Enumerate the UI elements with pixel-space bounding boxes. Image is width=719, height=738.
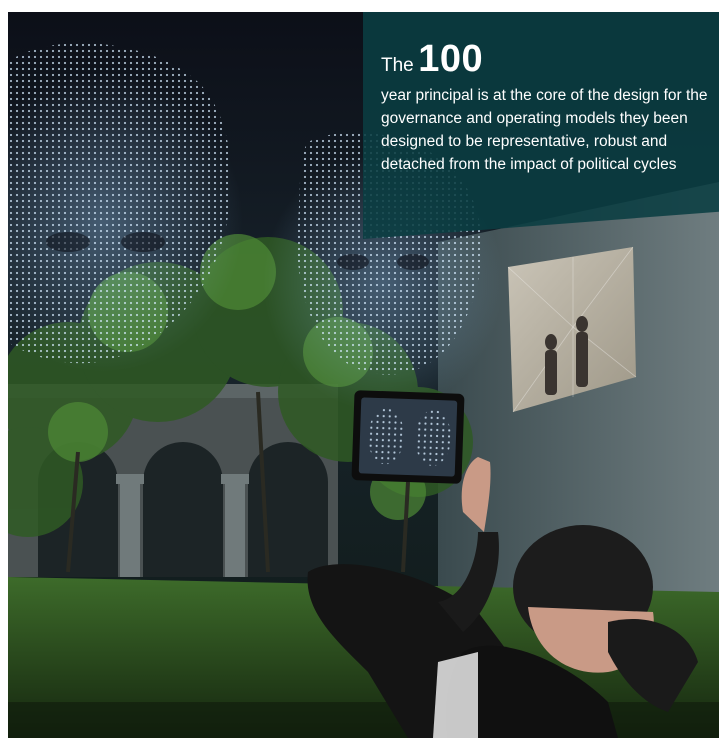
text-overlay-panel: The 100 year principal is at the core of… bbox=[363, 12, 719, 239]
hero-image: The 100 year principal is at the core of… bbox=[8, 12, 719, 738]
held-tablet bbox=[351, 390, 465, 484]
headline: The 100 bbox=[381, 40, 483, 78]
headline-number: 100 bbox=[418, 38, 484, 80]
headline-lead-word: The bbox=[381, 55, 414, 76]
overlay-body-text: year principal is at the core of the des… bbox=[381, 87, 708, 173]
